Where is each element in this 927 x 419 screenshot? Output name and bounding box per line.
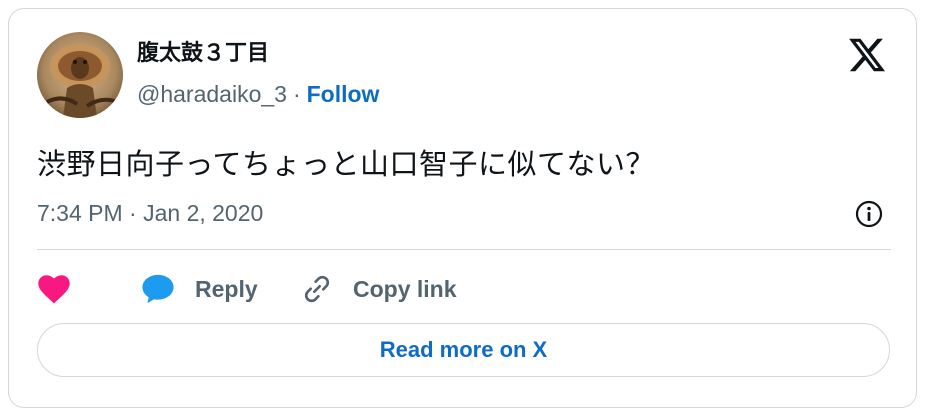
author-display-name[interactable]: 腹太鼓３丁目 (137, 35, 269, 67)
tweet-timestamp[interactable]: 7:34 PM · Jan 2, 2020 (37, 200, 263, 227)
read-more-label: Read more on X (379, 337, 548, 362)
separator-dot: · (292, 81, 301, 107)
like-button[interactable] (37, 269, 77, 309)
copy-link-label: Copy link (353, 275, 457, 302)
info-icon[interactable] (854, 199, 884, 229)
reply-button[interactable]: Reply (141, 269, 258, 309)
read-more-button[interactable]: Read more on X (37, 323, 890, 377)
follow-button[interactable]: Follow (307, 81, 380, 107)
author-handle-row: @haradaiko_3 · Follow (137, 81, 379, 108)
avatar[interactable] (37, 32, 123, 118)
link-icon (304, 275, 330, 303)
heart-icon (38, 275, 70, 304)
author-handle[interactable]: @haradaiko_3 (137, 81, 287, 107)
reply-bubble-icon (142, 274, 174, 304)
tweet-text: 渋野日向子ってちょっと山口智子に似てない？ (37, 147, 656, 181)
avatar-image (37, 32, 123, 118)
tweet-card: 腹太鼓３丁目 @haradaiko_3 · Follow 渋野日向子ってちょっと山口… (8, 8, 917, 408)
reply-label: Reply (195, 275, 258, 302)
copy-link-button[interactable]: Copy link (301, 269, 457, 309)
divider (37, 249, 891, 250)
x-logo-icon[interactable] (847, 35, 887, 75)
